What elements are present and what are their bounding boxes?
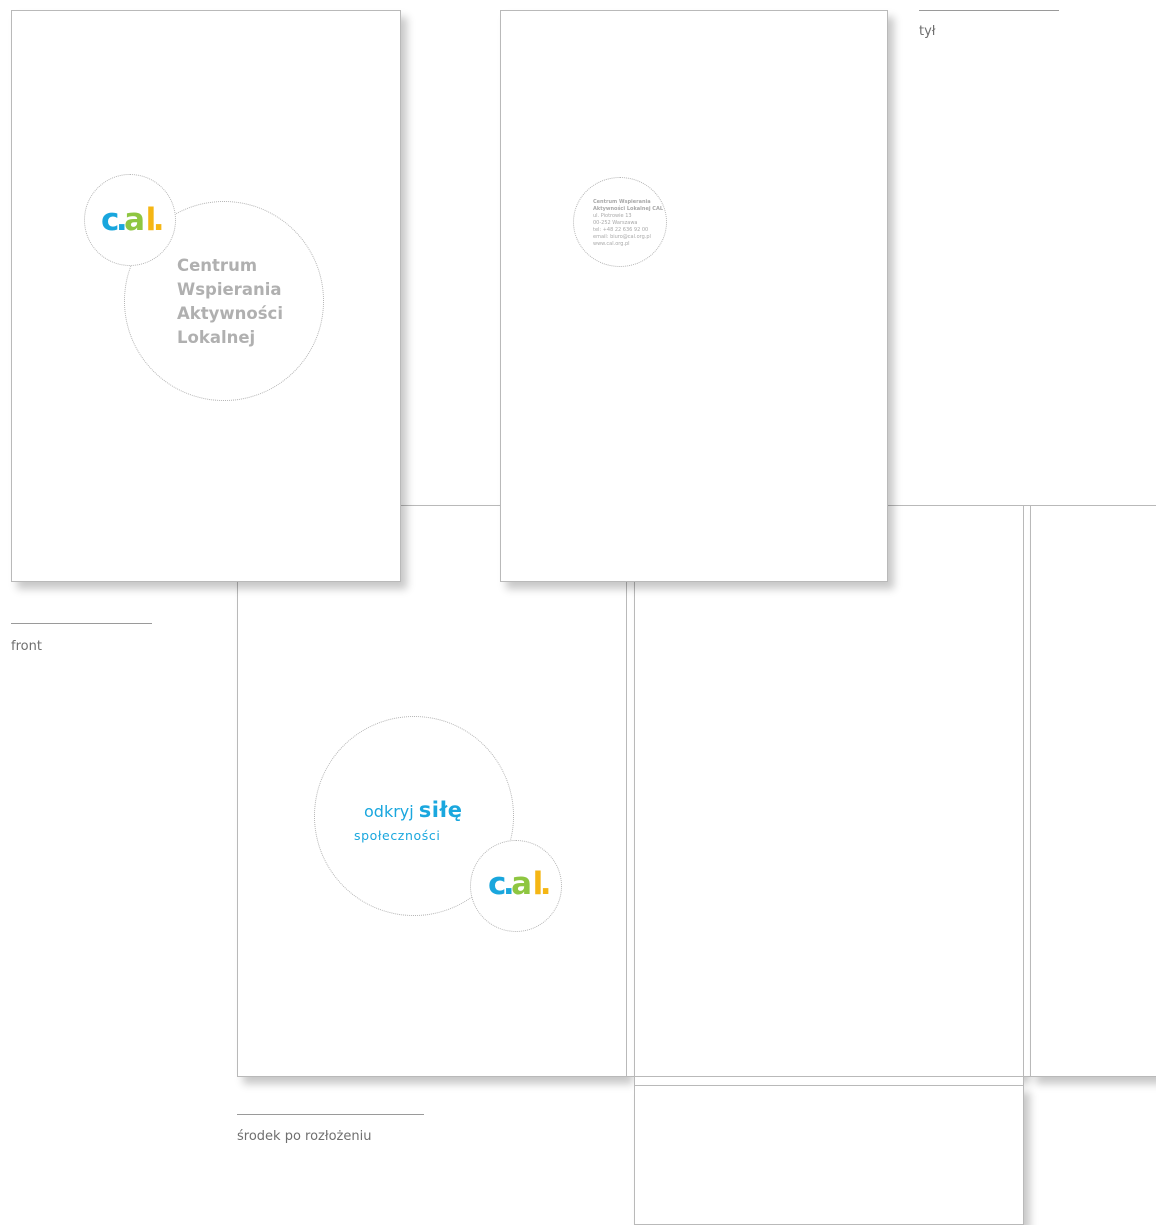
cal-logo: c.al. [101, 205, 165, 236]
logo-a: a [511, 866, 533, 902]
inside-right-panel [1030, 505, 1156, 1077]
front-caption: front [11, 639, 42, 654]
address-line-1: Centrum Wspierania [593, 199, 651, 205]
address-line-7: www.cal.org.pl [593, 241, 630, 247]
address-line-2: Aktywności Lokalnej CAL [593, 206, 664, 212]
logo-dot-2: . [152, 202, 166, 238]
inside-caption: środek po rozłożeniu [237, 1129, 372, 1144]
inside-caption-rule [237, 1114, 424, 1115]
slogan-prefix: odkryj [364, 802, 414, 821]
slogan-line-1: odkryj siłę [364, 798, 463, 822]
front-title-line-2: Wspierania [177, 280, 282, 299]
back-cover: Centrum Wspierania Aktywności Lokalnej C… [500, 10, 888, 582]
slogan-line-2: społeczności [354, 828, 441, 843]
front-cover: c.al. Centrum Wspierania Aktywności Loka… [11, 10, 401, 582]
front-title-line-3: Aktywności [177, 304, 283, 323]
back-address: Centrum Wspierania Aktywności Lokalnej C… [593, 199, 663, 248]
top-connector-left [399, 505, 501, 511]
back-caption-rule [919, 10, 1059, 11]
address-line-6: email: biuro@cal.org.pl [593, 234, 651, 240]
address-line-3: ul. Piotrowie 13 [593, 213, 632, 219]
front-title-line-4: Lokalnej [177, 328, 256, 347]
address-line-5: tel: +48 22 636 92 00 [593, 227, 649, 233]
inside-bottom-flap [634, 1085, 1024, 1225]
logo-a: a [124, 202, 146, 238]
inside-center-panel [634, 505, 1024, 1077]
front-title-line-1: Centrum [177, 256, 258, 275]
slogan-accent: siłę [418, 798, 463, 822]
back-caption: tył [919, 24, 936, 39]
top-right-panel [886, 10, 1156, 506]
front-caption-rule [11, 623, 152, 624]
front-title: Centrum Wspierania Aktywności Lokalnej [177, 254, 283, 350]
logo-dot-2: . [539, 866, 553, 902]
cal-logo-inside: c.al. [488, 869, 552, 900]
address-line-4: 00-252 Warszawa [593, 220, 638, 226]
